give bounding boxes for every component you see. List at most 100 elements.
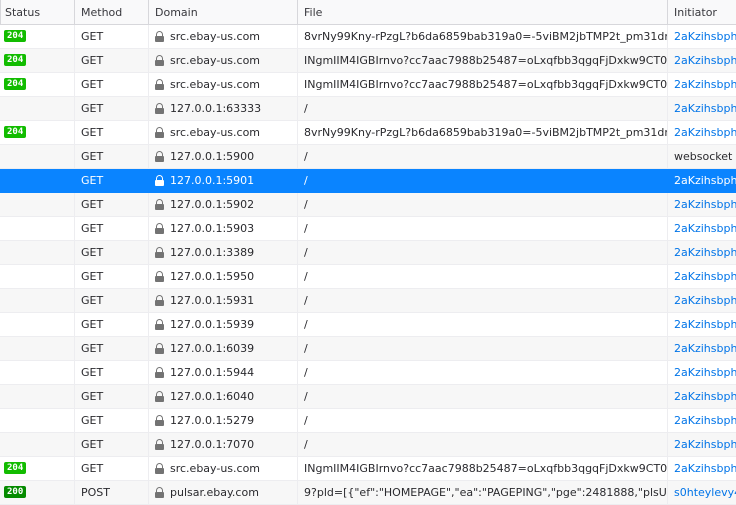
- initiator-link[interactable]: 2aKzihsbphg: [674, 30, 736, 43]
- request-list: 204 GET src.ebay-us.com 8vrNy99Kny-rPzgL…: [0, 25, 736, 505]
- initiator-link[interactable]: 2aKzihsbphg: [674, 54, 736, 67]
- initiator-link[interactable]: 2aKzihsbphg: [674, 270, 736, 283]
- file-cell: /: [297, 97, 667, 120]
- initiator-cell[interactable]: 2aKzihsbphg: [667, 169, 736, 192]
- initiator-cell[interactable]: 2aKzihsbphg: [667, 193, 736, 216]
- initiator-link[interactable]: 2aKzihsbphg: [674, 222, 736, 235]
- column-header-domain[interactable]: Domain: [148, 0, 297, 24]
- initiator-link[interactable]: 2aKzihsbphg: [674, 78, 736, 91]
- domain-cell: 127.0.0.1:5279: [148, 409, 297, 432]
- lock-icon: [155, 342, 164, 354]
- request-row[interactable]: GET 127.0.0.1:5950 / 2aKzihsbphg: [0, 265, 736, 289]
- initiator-cell[interactable]: 2aKzihsbphg: [667, 385, 736, 408]
- lock-icon: [155, 246, 164, 258]
- file-cell: 8vrNy99Kny-rPzgL?b6da6859bab319a0=-5viBM…: [297, 121, 667, 144]
- initiator-cell[interactable]: 2aKzihsbphg: [667, 73, 736, 96]
- request-row[interactable]: GET 127.0.0.1:5902 / 2aKzihsbphg: [0, 193, 736, 217]
- initiator-cell[interactable]: 2aKzihsbphg: [667, 313, 736, 336]
- initiator-link[interactable]: 2aKzihsbphg: [674, 102, 736, 115]
- initiator-link[interactable]: 2aKzihsbphg: [674, 174, 736, 187]
- status-cell: 204: [0, 73, 74, 96]
- initiator-cell[interactable]: 2aKzihsbphg: [667, 457, 736, 480]
- domain-text: 127.0.0.1:5902: [170, 198, 255, 211]
- method-cell: GET: [74, 457, 148, 480]
- request-row[interactable]: GET 127.0.0.1:5901 / 2aKzihsbphg: [0, 169, 736, 193]
- initiator-link[interactable]: 2aKzihsbphg: [674, 366, 736, 379]
- file-cell: INgmIIM4IGBIrnvo?cc7aac7988b25487=oLxqfb…: [297, 73, 667, 96]
- column-header-status[interactable]: Status: [0, 0, 74, 24]
- initiator-cell[interactable]: 2aKzihsbphg: [667, 337, 736, 360]
- domain-text: 127.0.0.1:6040: [170, 390, 255, 403]
- status-badge: 204: [4, 462, 27, 474]
- column-header-file[interactable]: File: [297, 0, 667, 24]
- request-row[interactable]: GET 127.0.0.1:5903 / 2aKzihsbphg: [0, 217, 736, 241]
- request-row[interactable]: GET 127.0.0.1:63333 / 2aKzihsbphg: [0, 97, 736, 121]
- initiator-cell[interactable]: s0hteylevy4b: [667, 481, 736, 504]
- request-row[interactable]: 204 GET src.ebay-us.com INgmIIM4IGBIrnvo…: [0, 457, 736, 481]
- domain-text: 127.0.0.1:3389: [170, 246, 255, 259]
- request-row[interactable]: 200 POST pulsar.ebay.com 9?pld=[{"ef":"H…: [0, 481, 736, 505]
- status-cell: [0, 217, 74, 240]
- status-cell: [0, 385, 74, 408]
- request-row[interactable]: GET 127.0.0.1:7070 / 2aKzihsbphg: [0, 433, 736, 457]
- domain-cell: 127.0.0.1:5931: [148, 289, 297, 312]
- initiator-cell[interactable]: 2aKzihsbphg: [667, 241, 736, 264]
- status-cell: [0, 193, 74, 216]
- lock-icon: [155, 102, 164, 114]
- initiator-cell[interactable]: 2aKzihsbphg: [667, 265, 736, 288]
- initiator-link[interactable]: 2aKzihsbphg: [674, 414, 736, 427]
- initiator-link[interactable]: 2aKzihsbphg: [674, 126, 736, 139]
- initiator-cell[interactable]: 2aKzihsbphg: [667, 433, 736, 456]
- initiator-link[interactable]: 2aKzihsbphg: [674, 318, 736, 331]
- initiator-cell[interactable]: 2aKzihsbphg: [667, 361, 736, 384]
- request-row[interactable]: GET 127.0.0.1:5931 / 2aKzihsbphg: [0, 289, 736, 313]
- request-row[interactable]: 204 GET src.ebay-us.com INgmIIM4IGBIrnvo…: [0, 49, 736, 73]
- lock-icon: [155, 462, 164, 474]
- initiator-cell[interactable]: 2aKzihsbphg: [667, 49, 736, 72]
- domain-text: 127.0.0.1:5901: [170, 174, 255, 187]
- initiator-link[interactable]: 2aKzihsbphg: [674, 198, 736, 211]
- lock-icon: [155, 438, 164, 450]
- initiator-cell[interactable]: websocket: [667, 145, 736, 168]
- request-row[interactable]: GET 127.0.0.1:5944 / 2aKzihsbphg: [0, 361, 736, 385]
- initiator-link[interactable]: 2aKzihsbphg: [674, 462, 736, 475]
- request-row[interactable]: GET 127.0.0.1:6040 / 2aKzihsbphg: [0, 385, 736, 409]
- initiator-cell[interactable]: 2aKzihsbphg: [667, 121, 736, 144]
- initiator-link[interactable]: 2aKzihsbphg: [674, 342, 736, 355]
- request-row[interactable]: 204 GET src.ebay-us.com 8vrNy99Kny-rPzgL…: [0, 121, 736, 145]
- initiator-link[interactable]: 2aKzihsbphg: [674, 438, 736, 451]
- status-cell: [0, 169, 74, 192]
- status-badge: 204: [4, 126, 27, 138]
- request-row[interactable]: GET 127.0.0.1:5939 / 2aKzihsbphg: [0, 313, 736, 337]
- column-header-initiator[interactable]: Initiator: [667, 0, 736, 24]
- request-row[interactable]: 204 GET src.ebay-us.com INgmIIM4IGBIrnvo…: [0, 73, 736, 97]
- request-row[interactable]: GET 127.0.0.1:6039 / 2aKzihsbphg: [0, 337, 736, 361]
- initiator-cell[interactable]: 2aKzihsbphg: [667, 217, 736, 240]
- status-cell: [0, 361, 74, 384]
- lock-icon: [155, 126, 164, 138]
- initiator-cell[interactable]: 2aKzihsbphg: [667, 289, 736, 312]
- initiator-link[interactable]: s0hteylevy4b: [674, 486, 736, 499]
- initiator-link[interactable]: 2aKzihsbphg: [674, 246, 736, 259]
- status-cell: 200: [0, 481, 74, 504]
- method-cell: GET: [74, 169, 148, 192]
- initiator-cell[interactable]: 2aKzihsbphg: [667, 25, 736, 48]
- column-header-method[interactable]: Method: [74, 0, 148, 24]
- initiator-cell[interactable]: 2aKzihsbphg: [667, 409, 736, 432]
- file-cell: /: [297, 265, 667, 288]
- request-row[interactable]: GET 127.0.0.1:5900 / websocket: [0, 145, 736, 169]
- method-cell: GET: [74, 73, 148, 96]
- status-badge: 200: [4, 486, 27, 498]
- lock-icon: [155, 30, 164, 42]
- request-row[interactable]: 204 GET src.ebay-us.com 8vrNy99Kny-rPzgL…: [0, 25, 736, 49]
- initiator-cell[interactable]: 2aKzihsbphg: [667, 97, 736, 120]
- request-row[interactable]: GET 127.0.0.1:3389 / 2aKzihsbphg: [0, 241, 736, 265]
- initiator-link[interactable]: 2aKzihsbphg: [674, 390, 736, 403]
- method-cell: GET: [74, 97, 148, 120]
- lock-icon: [155, 198, 164, 210]
- file-cell: /: [297, 193, 667, 216]
- request-row[interactable]: GET 127.0.0.1:5279 / 2aKzihsbphg: [0, 409, 736, 433]
- status-cell: [0, 409, 74, 432]
- domain-text: 127.0.0.1:5950: [170, 270, 255, 283]
- initiator-link[interactable]: 2aKzihsbphg: [674, 294, 736, 307]
